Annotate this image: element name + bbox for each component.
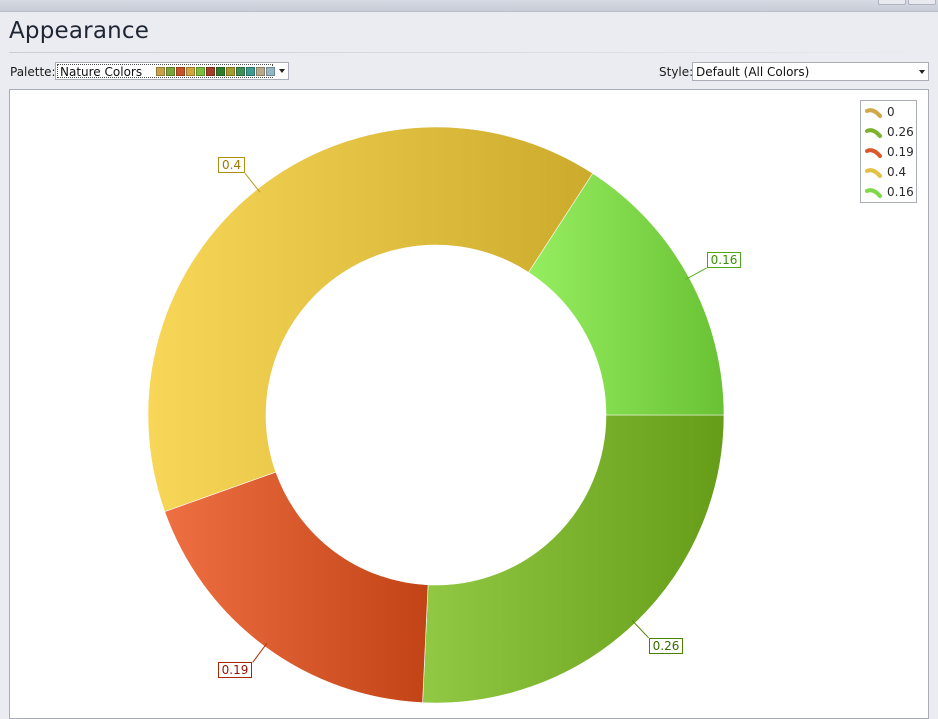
doughnut-slice[interactable] — [147, 126, 594, 513]
style-dropdown[interactable]: Default (All Colors) — [692, 62, 929, 81]
title-divider — [9, 52, 929, 53]
legend-item: 0.19 — [865, 144, 914, 160]
legend-label: 0.4 — [887, 165, 907, 179]
palette-swatch — [226, 67, 235, 76]
palette-swatch — [196, 67, 205, 76]
palette-swatch — [246, 67, 255, 76]
label-leader-line — [685, 267, 707, 280]
label-leader-line — [252, 642, 268, 663]
palette-label: Palette: — [10, 65, 56, 79]
palette-swatch — [156, 67, 165, 76]
palette-swatch — [166, 67, 175, 76]
doughnut-slice[interactable] — [164, 471, 429, 704]
legend-item: 0.4 — [865, 164, 906, 180]
legend-item: 0.16 — [865, 184, 914, 200]
style-label: Style: — [659, 65, 694, 79]
legend-label: 0.16 — [887, 185, 914, 199]
legend-arc-icon — [865, 168, 882, 178]
page-title: Appearance — [9, 18, 150, 44]
data-label: 0.26 — [648, 637, 684, 654]
window-top-strip — [0, 0, 938, 12]
style-value: Default (All Colors) — [696, 65, 810, 79]
chart-legend: 0 0.26 0.19 0.4 0.16 — [860, 100, 917, 203]
legend-arc-icon — [865, 108, 882, 118]
palette-value: Nature Colors — [60, 65, 143, 79]
legend-arc-icon — [865, 128, 882, 138]
chevron-down-icon[interactable] — [279, 69, 285, 73]
data-label: 0.16 — [706, 251, 742, 268]
palette-swatch — [206, 67, 215, 76]
doughnut-chart — [147, 126, 725, 704]
palette-swatch — [266, 67, 275, 76]
legend-label: 0.19 — [887, 145, 914, 159]
palette-swatch — [256, 67, 265, 76]
window-minimize-button[interactable] — [878, 0, 906, 5]
legend-arc-icon — [865, 148, 882, 158]
palette-dropdown[interactable]: Nature Colors — [55, 62, 289, 80]
chevron-down-icon[interactable] — [919, 70, 925, 74]
palette-swatch-strip — [156, 67, 275, 76]
label-leader-line — [631, 620, 650, 639]
chart-panel: 0.26 0.19 0.4 0.16 0 0.26 0.19 0.4 0.16 — [9, 89, 929, 719]
palette-swatch — [176, 67, 185, 76]
legend-label: 0 — [887, 105, 895, 119]
legend-item: 0 — [865, 104, 895, 120]
palette-swatch — [236, 67, 245, 76]
legend-item: 0.26 — [865, 124, 914, 140]
palette-swatch — [216, 67, 225, 76]
palette-swatch — [186, 67, 195, 76]
legend-arc-icon — [865, 188, 882, 198]
window-close-button[interactable] — [908, 0, 936, 5]
label-leader-line — [244, 173, 261, 193]
palette-focus-box: Nature Colors — [57, 64, 275, 79]
legend-label: 0.26 — [887, 125, 914, 139]
doughnut-slice[interactable] — [422, 414, 725, 704]
data-label: 0.4 — [218, 157, 246, 174]
data-label: 0.19 — [217, 662, 253, 679]
